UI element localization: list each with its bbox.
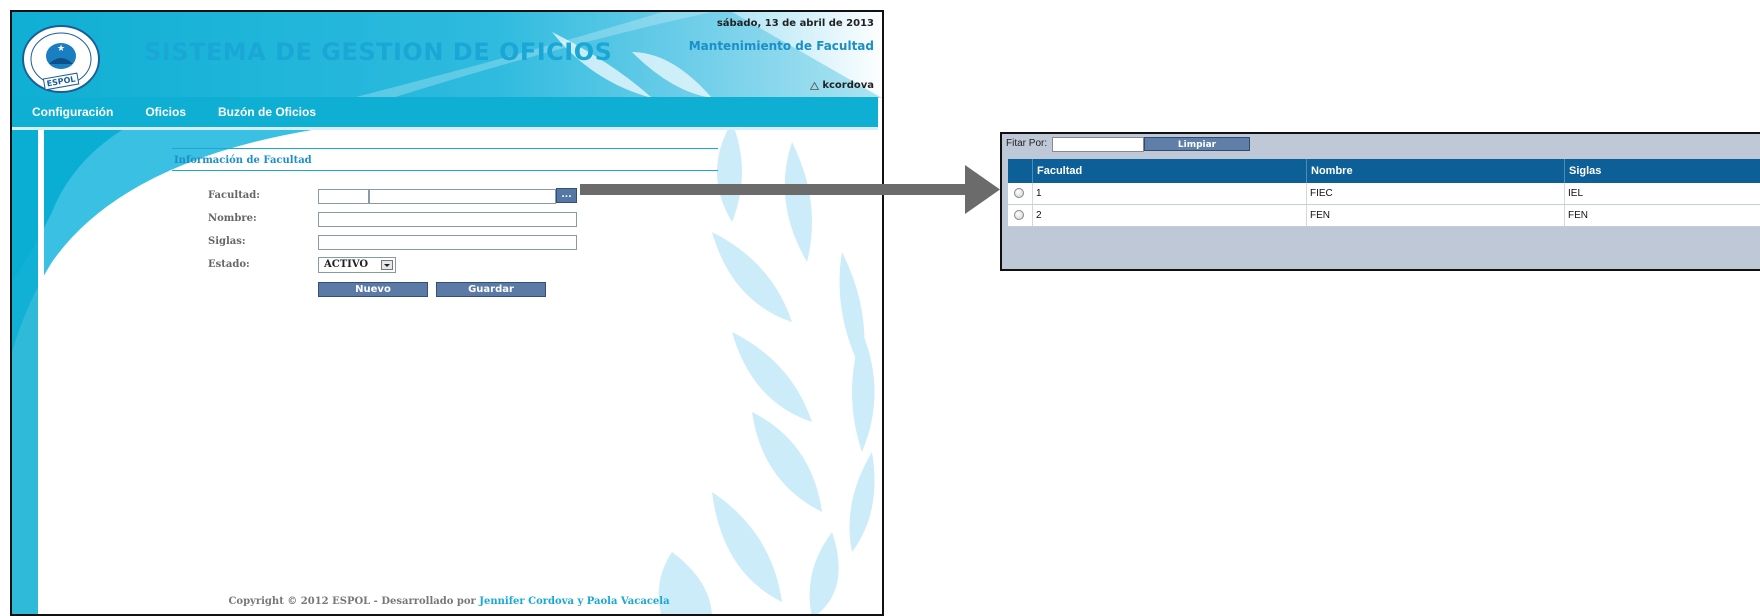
- siglas-row: Siglas:: [172, 234, 718, 252]
- estado-selected-value: ACTIVO: [324, 259, 369, 270]
- facultad-lookup-button[interactable]: ...: [556, 188, 577, 203]
- facultad-name-field[interactable]: [369, 189, 556, 204]
- column-header-siglas[interactable]: Siglas: [1564, 159, 1760, 183]
- callout-arrow: [580, 165, 1000, 214]
- nav-oficios[interactable]: Oficios: [145, 105, 186, 119]
- table-row[interactable]: 1 FIEC IEL: [1008, 183, 1760, 205]
- nuevo-button[interactable]: Nuevo: [318, 282, 428, 297]
- facultad-id-field[interactable]: [318, 189, 369, 204]
- cell-siglas: FEN: [1564, 205, 1760, 226]
- row-radio-button[interactable]: [1014, 188, 1024, 198]
- estado-select[interactable]: ACTIVO: [318, 257, 396, 273]
- main-navbar: Configuración Oficios Buzón de Oficios: [12, 97, 878, 127]
- guardar-button[interactable]: Guardar: [436, 282, 546, 297]
- column-header-nombre[interactable]: Nombre: [1306, 159, 1564, 183]
- filter-input[interactable]: [1052, 137, 1144, 152]
- cell-facultad: 1: [1032, 183, 1306, 204]
- user-indicator: kcordova: [810, 80, 874, 91]
- cell-facultad: 2: [1032, 205, 1306, 226]
- facultad-grid: Facultad Nombre Siglas 1 FIEC IEL 2 FEN …: [1008, 159, 1760, 227]
- siglas-field[interactable]: [318, 235, 577, 250]
- app-title: SISTEMA DE GESTION DE OFICIOS: [144, 38, 613, 66]
- column-header-facultad[interactable]: Facultad: [1032, 159, 1306, 183]
- copyright-authors-link[interactable]: Jennifer Cordova y Paola Vacacela: [479, 596, 669, 607]
- clear-filter-button[interactable]: Limpiar: [1144, 137, 1250, 151]
- estado-label: Estado:: [208, 259, 250, 270]
- cell-siglas: IEL: [1564, 183, 1760, 204]
- button-row: Nuevo Guardar: [172, 282, 718, 300]
- espol-logo: ★ ESPOL: [22, 25, 100, 93]
- svg-text:★: ★: [57, 44, 65, 54]
- table-row[interactable]: 2 FEN FEN: [1008, 205, 1760, 227]
- grid-header: Facultad Nombre Siglas: [1008, 159, 1760, 183]
- dropdown-arrow-icon[interactable]: [381, 260, 393, 270]
- navbar-divider: [12, 127, 878, 130]
- copyright-footer: Copyright © 2012 ESPOL - Desarrollado po…: [12, 596, 882, 607]
- siglas-label: Siglas:: [208, 236, 246, 247]
- username[interactable]: kcordova: [822, 80, 874, 91]
- grid-header-select: [1008, 159, 1032, 183]
- filter-label: Fitar Por:: [1006, 138, 1048, 149]
- page-subtitle: Mantenimiento de Facultad: [688, 39, 874, 53]
- nombre-label: Nombre:: [208, 213, 257, 224]
- cell-nombre: FIEC: [1306, 183, 1564, 204]
- estado-row: Estado: ACTIVO: [172, 257, 718, 275]
- current-date: sábado, 13 de abril de 2013: [716, 18, 874, 29]
- nombre-field[interactable]: [318, 212, 577, 227]
- app-window: ★ ESPOL SISTEMA DE GESTION DE OFICIOS sá…: [10, 10, 884, 616]
- copyright-text: Copyright © 2012 ESPOL - Desarrollado po…: [228, 596, 480, 607]
- facultad-label: Facultad:: [208, 190, 260, 201]
- facultad-search-popup: Fitar Por: Limpiar Facultad Nombre Sigla…: [1000, 132, 1760, 271]
- nav-configuracion[interactable]: Configuración: [32, 105, 113, 119]
- row-radio-button[interactable]: [1014, 210, 1024, 220]
- cell-nombre: FEN: [1306, 205, 1564, 226]
- warning-icon: [810, 81, 820, 90]
- nav-buzon-oficios[interactable]: Buzón de Oficios: [218, 105, 316, 119]
